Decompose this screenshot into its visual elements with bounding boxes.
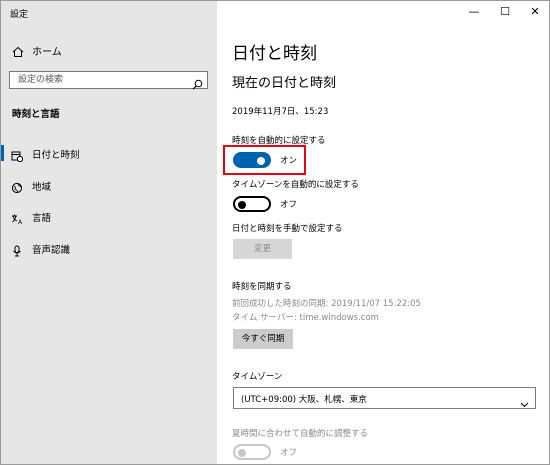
time-server-text: タイム サーバー: time.windows.com	[232, 313, 379, 323]
svg-text:A: A	[18, 219, 23, 225]
search-box[interactable]	[9, 71, 208, 90]
main-panel: 日付と時刻 現在の日付と時刻 2019年11月7日、15:23 時刻を自動的に設…	[217, 1, 549, 464]
sidebar-section-title: 時刻と言語	[12, 109, 60, 120]
timezone-label: タイムゾーン	[232, 372, 283, 382]
sidebar-item-label: 地域	[32, 182, 52, 193]
auto-timezone-label: タイムゾーンを自動的に設定する	[232, 180, 359, 190]
section-title: 現在の日付と時刻	[232, 76, 337, 91]
page-title: 日付と時刻	[232, 44, 317, 64]
toggle-knob	[238, 201, 246, 209]
sync-now-button[interactable]: 今すぐ同期	[233, 329, 293, 349]
manual-time-label: 日付と時刻を手動で設定する	[232, 224, 343, 234]
sidebar-item-label: 言語	[32, 213, 52, 224]
globe-icon	[11, 179, 23, 194]
home-icon	[12, 43, 24, 57]
calendar-clock-icon	[11, 147, 24, 163]
dst-toggle[interactable]	[233, 444, 271, 460]
sidebar-item-label: 日付と時刻	[32, 150, 80, 161]
timezone-value: (UTC+09:00) 大阪、札幌、東京	[241, 395, 367, 405]
timezone-select[interactable]: (UTC+09:00) 大阪、札幌、東京	[233, 387, 536, 409]
sidebar-item-region[interactable]: 地域	[1, 172, 217, 198]
chevron-down-icon	[520, 394, 529, 408]
microphone-icon	[11, 242, 23, 257]
toggle-knob	[238, 449, 246, 457]
home-label: ホーム	[32, 47, 62, 58]
window-title: 設定	[10, 10, 29, 20]
dst-label: 夏時間に合わせて自動的に調整する	[232, 429, 369, 439]
toggle-knob	[257, 157, 265, 165]
auto-time-toggle[interactable]	[233, 152, 271, 168]
last-sync-text: 前回成功した時刻の同期: 2019/11/07 15:22:05	[232, 299, 421, 309]
auto-timezone-state: オフ	[280, 200, 298, 210]
sidebar-item-date-time[interactable]: 日付と時刻	[1, 140, 217, 166]
search-icon[interactable]	[192, 75, 203, 90]
sidebar-item-language[interactable]: A 言語	[1, 203, 217, 229]
search-input[interactable]	[10, 72, 194, 88]
selected-indicator	[1, 145, 4, 161]
dst-state: オフ	[280, 448, 298, 458]
settings-window: 設定 ホーム 時刻と言語 日付と時刻 地域	[0, 0, 550, 465]
auto-timezone-toggle[interactable]	[233, 196, 271, 212]
sync-heading: 時刻を同期する	[232, 282, 292, 292]
language-icon: A	[11, 210, 23, 226]
sidebar: 設定 ホーム 時刻と言語 日付と時刻 地域	[1, 1, 217, 464]
sidebar-item-label: 音声認識	[32, 245, 71, 256]
sidebar-item-speech[interactable]: 音声認識	[1, 235, 217, 261]
auto-time-state: オン	[280, 156, 298, 166]
sidebar-home[interactable]: ホーム	[1, 35, 217, 63]
change-button[interactable]: 変更	[233, 239, 292, 259]
current-datetime: 2019年11月7日、15:23	[232, 107, 329, 117]
